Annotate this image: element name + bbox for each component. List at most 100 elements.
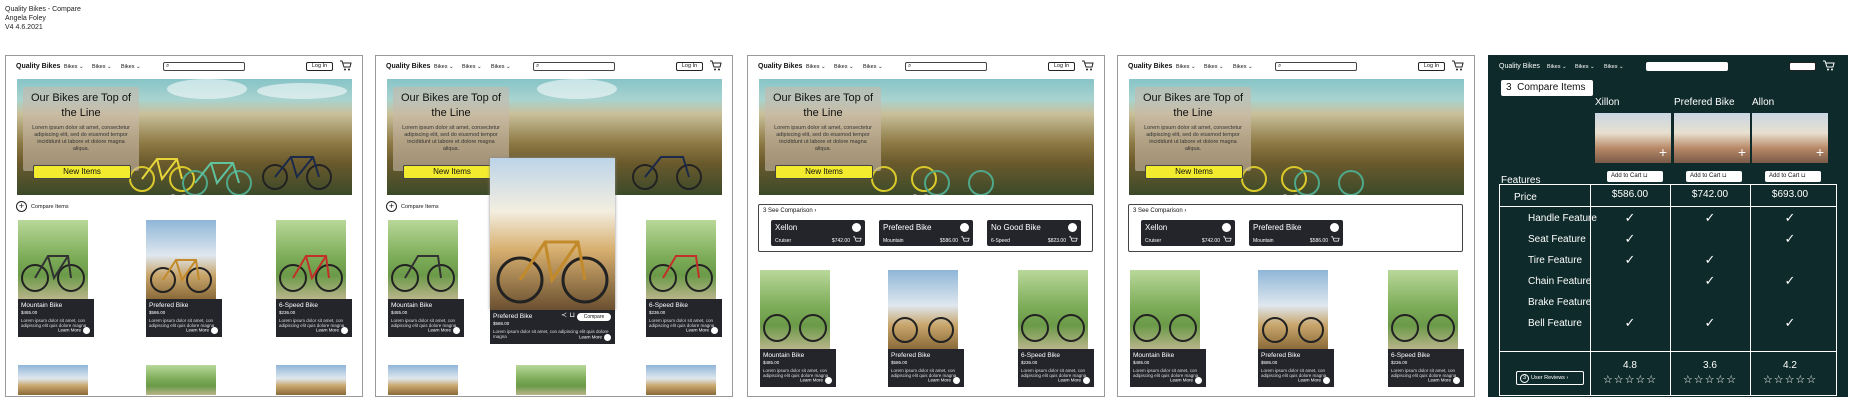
nav-menu-bikes-1[interactable]: Bikes ⌄ (1547, 64, 1567, 70)
product-card[interactable]: Prefered Bike $586.00 Lorem ipsum dolor si… (1258, 270, 1334, 387)
new-items-button[interactable]: New Items (33, 165, 131, 179)
cart-icon[interactable] (1069, 236, 1078, 244)
new-items-button[interactable]: New Items (1145, 165, 1243, 179)
product-image[interactable] (18, 220, 88, 299)
compare-chip[interactable]: Xellon Cruiser $742.00 (1141, 220, 1235, 246)
nav-menu-bikes-3[interactable]: Bikes ⌄ (863, 64, 883, 70)
carousel-dots[interactable] (912, 187, 945, 195)
add-icon[interactable]: + (1816, 145, 1824, 159)
cart-icon[interactable] (853, 236, 862, 244)
add-icon[interactable]: + (1738, 145, 1746, 159)
cart-icon[interactable] (1452, 60, 1464, 71)
product-image[interactable] (276, 220, 346, 299)
search-input[interactable]: ⌕ (163, 62, 245, 71)
login-button[interactable]: Log In (1418, 62, 1445, 71)
compare-chip[interactable]: Xellon Cruiser $742.00 (771, 220, 865, 246)
login-button[interactable]: Log In (676, 62, 703, 71)
product-image[interactable]: + (1752, 113, 1828, 163)
nav-menu-bikes-2[interactable]: Bikes ⌄ (462, 64, 482, 70)
logo[interactable]: Quality Bikes (16, 63, 60, 70)
product-image[interactable] (276, 365, 346, 395)
search-input[interactable]: ⌕ (1275, 62, 1357, 71)
remove-icon[interactable] (1222, 223, 1231, 232)
product-image[interactable] (1130, 270, 1200, 349)
logo[interactable]: Quality Bikes (386, 63, 430, 70)
compare-chip[interactable]: Prefered Bike Mountain $586.00 (879, 220, 973, 246)
nav-menu-bikes-2[interactable]: Bikes ⌄ (834, 64, 854, 70)
product-image[interactable] (516, 365, 586, 395)
product-hover-image[interactable] (490, 158, 615, 310)
add-to-cart-button[interactable]: Add to Cart ⊔ (1686, 171, 1742, 182)
nav-menu-bikes-3[interactable]: Bikes ⌄ (1604, 64, 1624, 70)
remove-icon[interactable] (960, 223, 969, 232)
carousel-dots[interactable] (170, 187, 203, 195)
compare-chip[interactable]: Prefered Bike Mountain $586.00 (1249, 220, 1343, 246)
login-button[interactable]: Log In (306, 62, 333, 71)
nav-menu-bikes-1[interactable]: Bikes ⌄ (434, 64, 454, 70)
nav-menu-bikes-2[interactable]: Bikes ⌄ (1204, 64, 1224, 70)
product-card[interactable]: 6-Speed Bike $236.00 Lorem ipsum dolor sit… (1388, 270, 1464, 387)
learn-more-link[interactable]: Learn More (316, 327, 348, 334)
see-comparison-link[interactable]: 3 See Comparison › (763, 208, 816, 214)
product-card[interactable]: Prefered Bike $586.00 Lorem ipsum dolor … (146, 220, 222, 337)
product-image[interactable] (388, 220, 458, 299)
learn-more-link[interactable]: Learn More (428, 327, 460, 334)
nav-menu-bikes-1[interactable]: Bikes ⌄ (64, 64, 84, 70)
add-to-cart-button[interactable]: Add to Cart ⊔ (1607, 171, 1663, 182)
user-reviews-button[interactable]: 3 User Reviews › (1516, 371, 1584, 385)
remove-icon[interactable] (852, 223, 861, 232)
logo[interactable]: Quality Bikes (1499, 63, 1540, 70)
learn-more-link[interactable]: Learn More (58, 327, 90, 334)
learn-more-link[interactable]: Learn More (928, 377, 960, 384)
search-input[interactable]: ⌕ (533, 62, 615, 71)
compare-items-row[interactable]: + Compare Items (16, 201, 69, 213)
nav-menu-bikes-3[interactable]: Bikes ⌄ (491, 64, 511, 70)
add-icon[interactable]: + (16, 201, 27, 212)
nav-menu-bikes-3[interactable]: Bikes ⌄ (1233, 64, 1253, 70)
add-icon[interactable]: + (1659, 145, 1667, 159)
product-card[interactable]: Mountain Bike $485.00 Lorem ipsum dolor … (388, 220, 464, 337)
learn-more-link[interactable]: Learn More (1058, 377, 1090, 384)
compare-button[interactable]: Compare (577, 313, 611, 321)
cart-icon[interactable] (1082, 60, 1094, 71)
remove-icon[interactable] (1068, 223, 1077, 232)
product-image[interactable] (1258, 270, 1328, 349)
add-to-cart-button[interactable]: Add to Cart ⊔ (1765, 171, 1821, 182)
learn-more-link[interactable]: Learn More (1298, 377, 1330, 384)
cart-icon[interactable] (1331, 236, 1340, 244)
product-image[interactable] (1018, 270, 1088, 349)
learn-more-link[interactable]: Learn More (186, 327, 218, 334)
compare-items-row[interactable]: + Compare Items (386, 201, 439, 213)
product-card[interactable]: 6-Speed Bike $236.00 Lorem ipsum dolor sit… (1018, 270, 1094, 387)
nav-menu-bikes-1[interactable]: Bikes ⌄ (1176, 64, 1196, 70)
product-image[interactable] (760, 270, 830, 349)
product-image[interactable] (388, 365, 458, 395)
product-card[interactable]: 6-Speed Bike $236.00 Lorem ipsum dolor s… (646, 220, 722, 337)
product-image[interactable] (146, 220, 216, 299)
see-comparison-link[interactable]: 3 See Comparison › (1133, 208, 1186, 214)
learn-more-link[interactable]: Learn More (1170, 377, 1202, 384)
cart-icon[interactable] (340, 60, 352, 71)
learn-more-link[interactable]: Learn More (1428, 377, 1460, 384)
product-image[interactable] (18, 365, 88, 395)
learn-more-link[interactable]: Learn More (686, 327, 718, 334)
add-icon[interactable]: + (386, 201, 397, 212)
product-image[interactable]: + (1674, 113, 1750, 163)
login-button[interactable]: Log In (1789, 62, 1816, 71)
cart-icon[interactable] (1223, 236, 1232, 244)
search-input[interactable]: ⌕ (905, 62, 987, 71)
learn-more-link[interactable]: Learn More (579, 334, 611, 341)
nav-menu-bikes-3[interactable]: Bikes ⌄ (121, 64, 141, 70)
logo[interactable]: Quality Bikes (758, 63, 802, 70)
product-image[interactable] (146, 365, 216, 395)
star-rating[interactable]: ☆☆☆☆☆ (1750, 373, 1830, 386)
product-card[interactable]: Mountain Bike $485.00 Lorem ipsum dolor … (18, 220, 94, 337)
product-card[interactable]: Prefered Bike $586.00 Lorem ipsum dolor si… (888, 270, 964, 387)
carousel-dots[interactable] (1282, 187, 1315, 195)
login-button[interactable]: Log In (1048, 62, 1075, 71)
learn-more-link[interactable]: Learn More (800, 377, 832, 384)
cart-icon[interactable] (1823, 60, 1835, 71)
compare-chip[interactable]: No Good Bike 6-Speed $823.00 (987, 220, 1081, 246)
product-card[interactable]: Mountain Bike $485.00 Lorem ipsum dolor si… (1130, 270, 1206, 387)
nav-menu-bikes-1[interactable]: Bikes ⌄ (806, 64, 826, 70)
